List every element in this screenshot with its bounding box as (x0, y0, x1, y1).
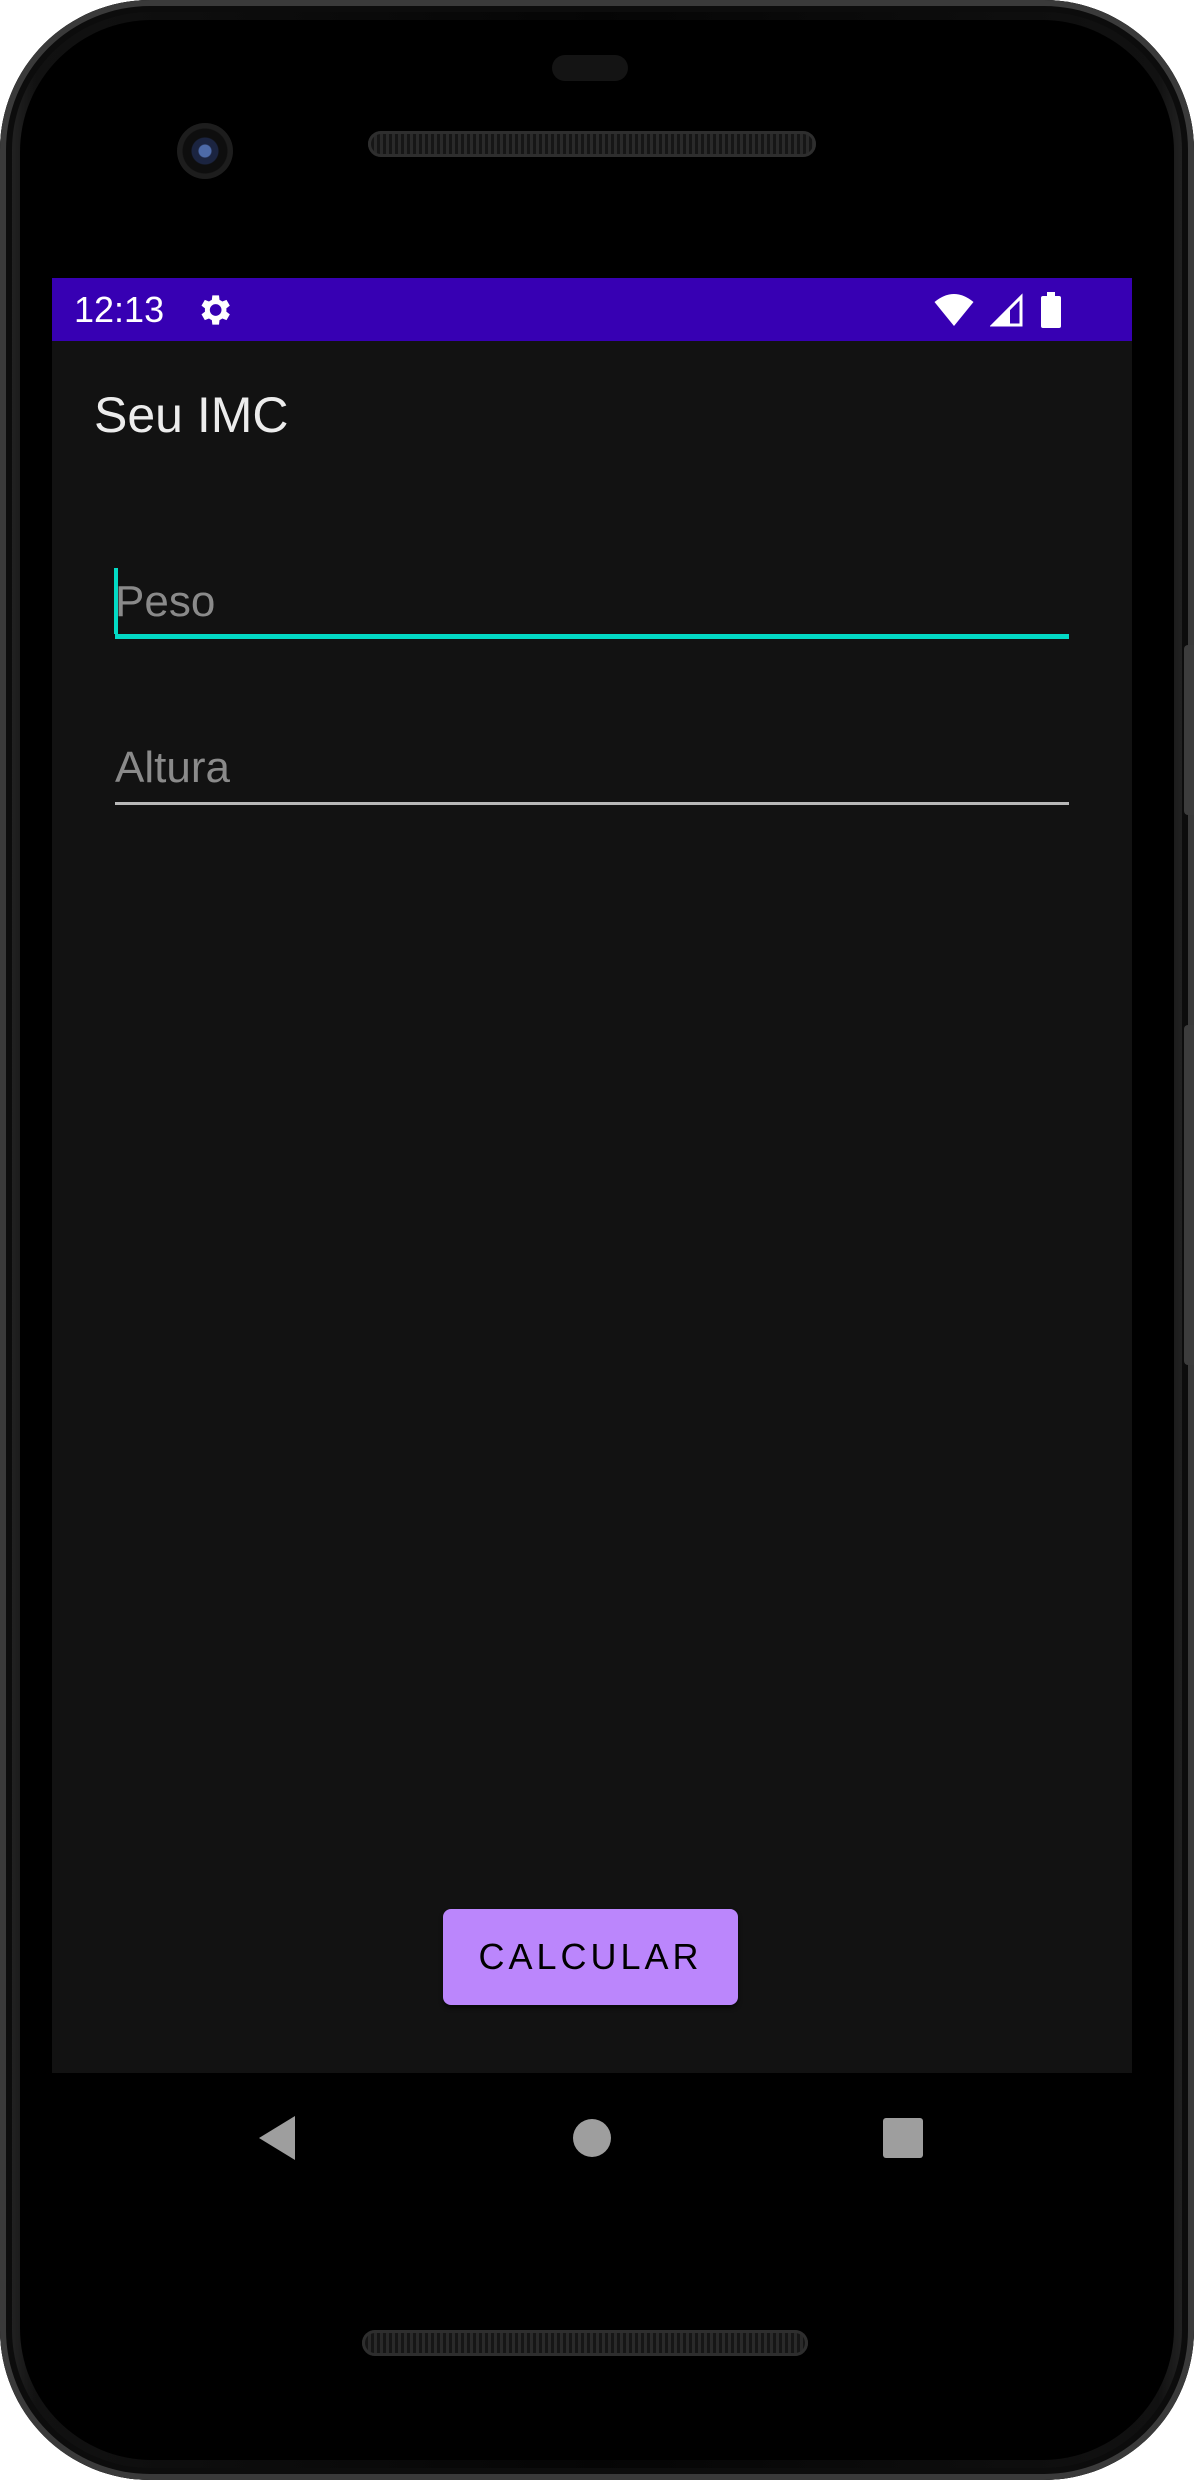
navigation-bar (52, 2073, 1132, 2203)
height-field[interactable] (115, 734, 1069, 806)
power-button (1184, 645, 1194, 815)
text-cursor (114, 568, 118, 634)
top-speaker (368, 131, 816, 157)
status-icons (934, 291, 1062, 329)
weight-underline (115, 634, 1069, 639)
home-circle-icon (573, 2119, 611, 2157)
status-bar: 12:13 (52, 278, 1132, 341)
recents-square-icon (883, 2118, 923, 2158)
back-button[interactable] (237, 2098, 317, 2178)
weight-field[interactable] (115, 568, 1069, 640)
app-screen: 12:13 Seu IMC Peso Altura CALCULAR (52, 278, 1132, 2073)
height-underline (115, 802, 1069, 805)
back-triangle-icon (259, 2116, 295, 2160)
calculate-button[interactable]: CALCULAR (443, 1909, 738, 2005)
status-time: 12:13 (74, 289, 165, 330)
recents-button[interactable] (863, 2098, 943, 2178)
bottom-speaker (362, 2330, 808, 2356)
weight-input[interactable] (115, 568, 1069, 636)
gear-icon (201, 295, 230, 325)
battery-icon (1041, 292, 1061, 328)
wifi-icon (934, 294, 974, 326)
proximity-sensor (552, 55, 628, 81)
phone-frame: 12:13 Seu IMC Peso Altura CALCULAR (0, 0, 1194, 2480)
height-input[interactable] (115, 734, 1069, 802)
home-button[interactable] (552, 2098, 632, 2178)
page-title: Seu IMC (94, 387, 289, 443)
volume-button (1184, 1025, 1194, 1365)
front-camera (177, 123, 233, 179)
signal-icon (990, 293, 1023, 327)
